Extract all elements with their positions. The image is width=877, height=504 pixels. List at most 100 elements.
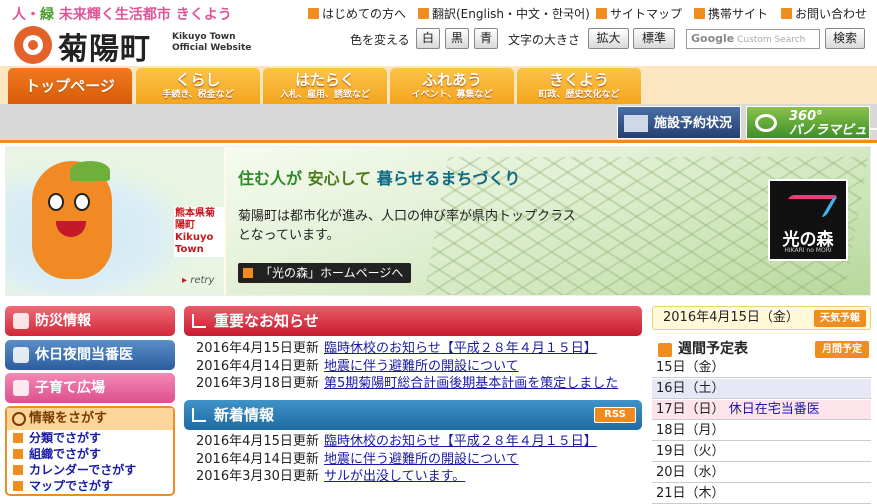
schedule-day: 20日（水） [656,465,725,480]
town-logo-icon[interactable] [14,26,52,64]
find-by-calendar-link[interactable]: カレンダーでさがす [7,462,173,478]
find-info-title: 情報をさがす [29,411,108,426]
util-link-translate[interactable]: 翻訳(English・中文・한국어) [418,5,590,22]
find-info-header: 情報をさがす [7,408,173,430]
monthly-schedule-button[interactable]: 月間予定 [815,341,869,358]
news-header: 新着情報 RSS [184,400,642,430]
news-link[interactable]: 地震に伴う避難所の開設について [324,452,519,467]
find-by-organization-link[interactable]: 組織でさがす [7,446,173,462]
tab-sublabel: 手続き、税金など [162,90,234,100]
size-enlarge-button[interactable]: 拡大 [588,28,629,49]
calendar-icon [658,343,672,357]
news-item: 2016年4月15日更新 臨時休校のお知らせ【平成２８年４月１５日】 [196,433,597,451]
arrow-icon [596,8,607,19]
childcare-button[interactable]: 子育て広場 [5,373,175,403]
util-link-first-visit[interactable]: はじめての方へ [308,5,406,22]
find-link-label: 分類でさがす [29,431,102,445]
size-standard-button[interactable]: 標準 [633,28,675,49]
news-title: 新着情報 [214,406,275,424]
tab-fureau[interactable]: ふれあう イベント、募集など [390,68,514,104]
arrow-down-right-icon [192,408,206,422]
panorama-label: 360° [789,109,823,124]
color-black-button[interactable]: 黒 [445,28,469,49]
schedule-row: 15日（金） [652,358,871,378]
rss-button[interactable]: RSS [594,407,636,423]
find-link-label: 組織でさがす [29,447,102,461]
panorama-icon [755,114,777,132]
util-link-sitemap[interactable]: サイトマップ [596,5,682,22]
util-link-mobile[interactable]: 携帯サイト [694,5,768,22]
schedule-row: 18日（月） [652,421,871,441]
tab-kurashi[interactable]: くらし 手続き、税金など [136,68,260,104]
schedule-event-link[interactable]: 休日在宅当番医 [729,402,820,417]
notice-date: 2016年4月14日更新 [196,359,319,374]
util-link-label: 翻訳(English・中文・한국어) [432,7,590,21]
util-link-label: お問い合わせ [795,7,868,21]
hikari-no-mori-logo[interactable]: 光の森 HIKARI no MORI [768,179,848,261]
today-date: 2016年4月15日（金） [663,310,799,325]
tab-label: ふれあう [421,71,482,89]
news-date: 2016年3月30日更新 [196,469,319,484]
color-label: 色を変える [350,33,410,47]
news-link[interactable]: 臨時休校のお知らせ【平成２８年４月１５日】 [324,434,597,449]
find-info-box: 情報をさがす 分類でさがす 組織でさがす カレンダーでさがす マップでさがす [5,406,175,496]
size-label: 文字の大きさ [508,33,581,47]
panorama-view-button[interactable]: 360° パノラマビュー [746,106,877,139]
color-white-button[interactable]: 白 [416,28,440,49]
find-by-category-link[interactable]: 分類でさがす [7,430,173,446]
retry-label: retry [190,275,215,286]
town-map[interactable]: 熊本県菊陽町 Kikuyo Town ▸ retry [6,147,224,295]
holiday-doctor-button[interactable]: 休日夜間当番医 [5,340,175,370]
town-name-en: Kikuyo Town Official Website [172,32,252,54]
schedule-day: 21日（木） [656,486,725,501]
schedule-day: 19日（火） [656,444,725,459]
find-by-map-link[interactable]: マップでさがす [7,478,173,494]
tab-hataraku[interactable]: はたらく 入札、雇用、誘致など [263,68,387,104]
util-link-contact[interactable]: お問い合わせ [781,5,867,22]
schedule-day: 18日（月） [656,423,725,438]
search-brand: Google [691,32,735,45]
disaster-info-button[interactable]: 防災情報 [5,306,175,336]
tagline-part: 未来輝く生活都市 きくよう [58,7,232,23]
tagline: 人・緑 未来輝く生活都市 きくよう [12,4,232,24]
mascot-eye [74,193,90,211]
color-blue-button[interactable]: 青 [474,28,498,49]
hikari-homepage-button[interactable]: 「光の森」ホームページへ [238,263,412,283]
tab-kikuyo[interactable]: きくよう 町政、歴史文化など [517,68,641,104]
town-name-en-line: Official Website [172,43,252,53]
notice-link[interactable]: 第5期菊陽町総合計画後期基本計画を策定しました [324,376,618,391]
important-notice-item: 2016年4月15日更新 臨時休校のお知らせ【平成２８年４月１５日】 [196,340,597,358]
tab-top[interactable]: トップページ [8,68,132,104]
mascot-eye [48,193,64,211]
tab-label: トップページ [25,77,115,95]
hero-headline: 住む人が 安心して 暮らせるまちづくり [238,165,520,189]
news-link[interactable]: サルが出没しています。 [324,469,465,484]
search-button[interactable]: 検索 [825,28,865,49]
search-input[interactable]: Google Custom Search [686,29,820,49]
disaster-info-label: 防災情報 [35,313,91,329]
disaster-icon [13,313,29,329]
notice-link[interactable]: 地震に伴う避難所の開設について [324,359,519,374]
hero-body: 菊陽町は都市化が進み、人口の伸び率が県内トップクラスとなっています。 [238,209,576,243]
childcare-label: 子育て広場 [35,380,105,396]
important-notice-item: 2016年4月14日更新 地震に伴う避難所の開設について [196,358,519,376]
retry-link[interactable]: ▸ retry [182,275,214,286]
map-label: 熊本県菊陽町 Kikuyo Town [174,207,224,257]
tab-label: くらし [175,71,221,89]
news-date: 2016年4月15日更新 [196,434,319,449]
find-link-label: マップでさがす [29,479,114,493]
news-item: 2016年4月14日更新 地震に伴う避難所の開設について [196,451,519,469]
facility-reservation-label: 施設予約状況 [654,116,733,131]
notice-link[interactable]: 臨時休校のお知らせ【平成２８年４月１５日】 [324,341,597,356]
schedule-day: 15日（金） [656,360,725,375]
tab-label: きくよう [548,71,609,89]
mascot-mouth [56,221,86,237]
weather-forecast-button[interactable]: 天気予報 [814,310,866,327]
arrow-icon [13,449,23,459]
arrow-icon [13,481,23,491]
facility-reservation-button[interactable]: 施設予約状況 [617,106,741,139]
weekly-schedule-title: 週間予定表 [678,341,748,357]
town-name[interactable]: 菊陽町 [58,24,151,68]
arrow-down-right-icon [192,314,206,328]
tab-sublabel: 町政、歴史文化など [538,90,620,100]
